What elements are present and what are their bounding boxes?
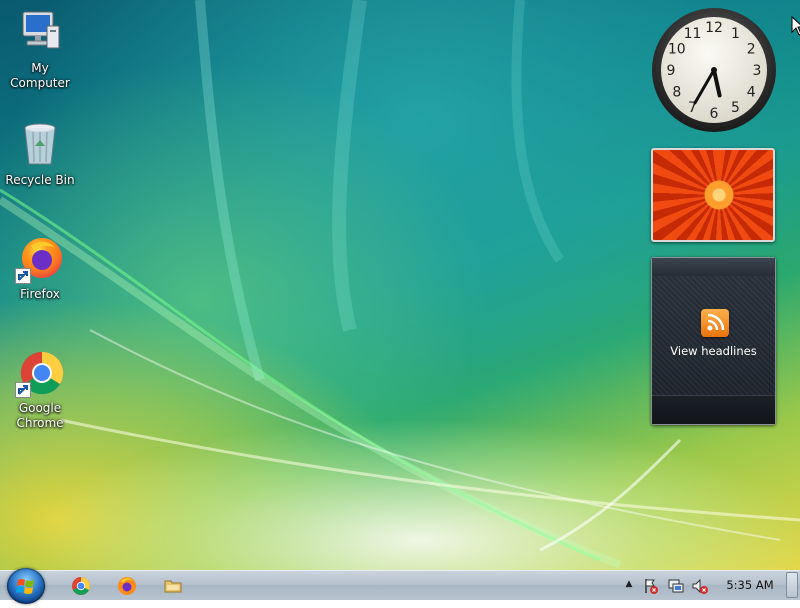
computer-icon bbox=[15, 8, 65, 58]
firefox-icon bbox=[118, 577, 136, 595]
slideshow-gadget[interactable] bbox=[651, 148, 775, 242]
chrome-icon bbox=[15, 348, 65, 398]
taskbar-explorer-button[interactable] bbox=[162, 575, 184, 597]
recycle-bin-icon bbox=[15, 120, 65, 170]
network-icon[interactable] bbox=[667, 577, 685, 595]
feed-headlines-gadget[interactable]: View headlines bbox=[651, 257, 776, 425]
clock-numeral: 6 bbox=[710, 106, 719, 122]
folder-icon bbox=[164, 580, 182, 593]
start-button[interactable] bbox=[7, 568, 45, 604]
desktop-background[interactable]: My Computer Recycle Bin Firefox Google C… bbox=[0, 0, 800, 570]
clock-numeral: 12 bbox=[705, 20, 723, 36]
clock-gadget[interactable]: 12 1 2 3 4 5 6 7 8 9 10 11 bbox=[650, 6, 778, 134]
clock-center-pin bbox=[711, 67, 717, 73]
desktop-icon-google-chrome[interactable]: Google Chrome bbox=[0, 348, 80, 431]
clock-numeral: 3 bbox=[753, 63, 762, 79]
view-headlines-link[interactable]: View headlines bbox=[652, 344, 775, 358]
clock-numeral: 8 bbox=[672, 85, 681, 101]
clock-numeral: 11 bbox=[684, 26, 702, 42]
show-hidden-icons-button[interactable]: ▲ bbox=[620, 579, 638, 597]
windows-orb-icon bbox=[16, 579, 34, 594]
taskbar-chrome-button[interactable] bbox=[70, 575, 92, 597]
desktop-icon-label: Firefox bbox=[20, 287, 60, 301]
desktop-icon-label: Recycle Bin bbox=[5, 173, 75, 187]
shortcut-arrow-icon bbox=[15, 382, 31, 398]
desktop-icon-label: My Computer bbox=[10, 61, 70, 90]
chrome-icon bbox=[72, 577, 90, 595]
desktop-icon-label: Google Chrome bbox=[16, 401, 64, 430]
volume-muted-icon[interactable] bbox=[691, 577, 709, 595]
gadget-top-bar bbox=[652, 258, 775, 276]
firefox-icon bbox=[15, 234, 65, 284]
desktop-icon-my-computer[interactable]: My Computer bbox=[0, 8, 80, 91]
mouse-cursor-icon bbox=[791, 15, 800, 36]
clock-numeral: 10 bbox=[668, 42, 686, 58]
rss-icon bbox=[701, 309, 729, 337]
gadget-bottom-bar bbox=[652, 395, 775, 424]
desktop-icon-recycle-bin[interactable]: Recycle Bin bbox=[0, 120, 80, 188]
clock-numeral: 4 bbox=[747, 85, 756, 101]
clock-numeral: 1 bbox=[731, 26, 740, 42]
analog-clock-face: 12 1234567891011 bbox=[652, 8, 776, 132]
taskbar-clock[interactable]: 5:35 AM bbox=[720, 578, 780, 592]
desktop-icon-firefox[interactable]: Firefox bbox=[0, 234, 80, 302]
clock-numeral: 2 bbox=[747, 42, 756, 58]
clock-numeral: 9 bbox=[667, 63, 676, 79]
action-center-flag-icon[interactable] bbox=[642, 577, 660, 595]
taskbar: ▲ 5:35 AM bbox=[0, 568, 800, 604]
show-desktop-button[interactable] bbox=[786, 572, 798, 598]
clock-numeral: 5 bbox=[731, 100, 740, 116]
taskbar-firefox-button[interactable] bbox=[116, 575, 138, 597]
shortcut-arrow-icon bbox=[15, 268, 31, 284]
